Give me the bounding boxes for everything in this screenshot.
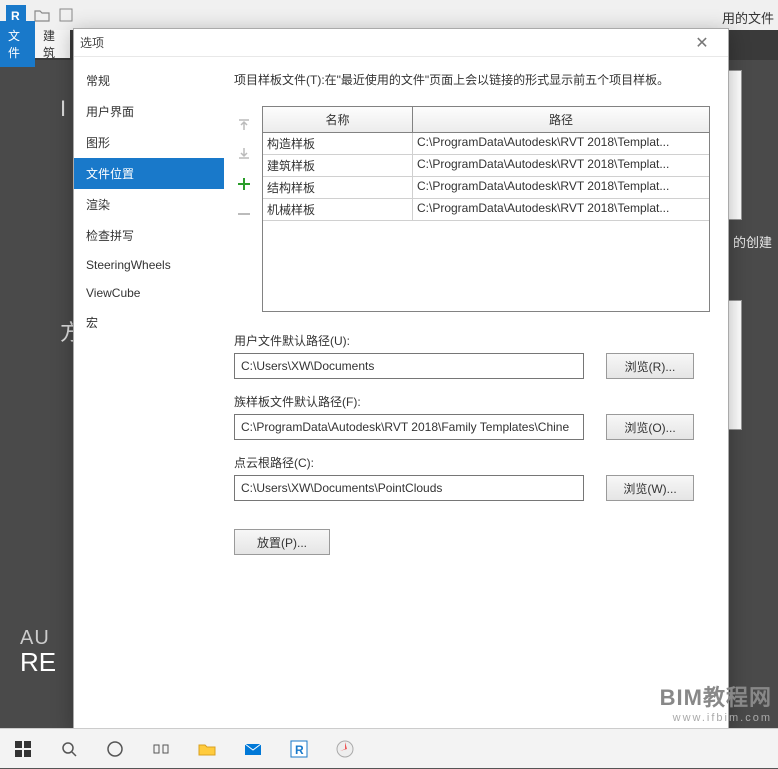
nav-item-5[interactable]: 检查拼写 — [74, 220, 224, 251]
search-icon[interactable] — [46, 729, 92, 769]
cell-name: 机械样板 — [263, 199, 413, 220]
nav-item-2[interactable]: 图形 — [74, 127, 224, 158]
cell-path: C:\ProgramData\Autodesk\RVT 2018\Templat… — [413, 155, 709, 176]
user-path-label: 用户文件默认路径(U): — [234, 332, 710, 349]
table-row[interactable]: 构造样板C:\ProgramData\Autodesk\RVT 2018\Tem… — [263, 133, 709, 155]
start-button[interactable] — [0, 729, 46, 769]
svg-text:R: R — [295, 743, 304, 757]
move-down-icon[interactable] — [236, 146, 252, 162]
dialog-titlebar: 选项 ✕ — [74, 29, 728, 57]
cortana-icon[interactable] — [92, 729, 138, 769]
template-description: 项目样板文件(T):在"最近使用的文件"页面上会以链接的形式显示前五个项目样板。 — [234, 71, 710, 88]
cloud-path-input[interactable] — [234, 475, 584, 501]
cloud-path-label: 点云根路径(C): — [234, 454, 710, 471]
user-path-input[interactable] — [234, 353, 584, 379]
nav-item-8[interactable]: 宏 — [74, 307, 224, 338]
col-name: 名称 — [263, 107, 413, 132]
template-area: 名称 路径 构造样板C:\ProgramData\Autodesk\RVT 20… — [234, 106, 710, 312]
remove-icon[interactable] — [236, 206, 252, 222]
close-button[interactable]: ✕ — [682, 31, 722, 55]
nav-item-7[interactable]: ViewCube — [74, 279, 224, 307]
cell-path: C:\ProgramData\Autodesk\RVT 2018\Templat… — [413, 177, 709, 198]
place-row: 放置(P)... — [234, 529, 710, 555]
move-top-icon[interactable] — [236, 116, 252, 132]
nav-item-0[interactable]: 常规 — [74, 65, 224, 96]
cell-name: 构造样板 — [263, 133, 413, 154]
mail-icon[interactable] — [230, 729, 276, 769]
browse-r-button[interactable]: 浏览(R)... — [606, 353, 694, 379]
cell-path: C:\ProgramData\Autodesk\RVT 2018\Templat… — [413, 199, 709, 220]
safari-icon[interactable] — [322, 729, 368, 769]
bg-thumb-2 — [728, 300, 742, 430]
grid-header: 名称 路径 — [263, 107, 709, 133]
cell-name: 建筑样板 — [263, 155, 413, 176]
main-panel: 项目样板文件(T):在"最近使用的文件"页面上会以链接的形式显示前五个项目样板。… — [224, 57, 728, 729]
add-icon[interactable] — [236, 176, 252, 192]
watermark-url: www.ifbim.com — [660, 712, 772, 724]
nav-item-1[interactable]: 用户界面 — [74, 96, 224, 127]
nav-item-3[interactable]: 文件位置 — [74, 158, 224, 189]
dialog-title: 选项 — [80, 34, 682, 51]
bg-thumb-1 — [728, 70, 742, 220]
quick-access-bar: R 用的文件 — [0, 0, 778, 30]
nav-item-6[interactable]: SteeringWheels — [74, 251, 224, 279]
cloud-path-group: 点云根路径(C): 浏览(W)... — [234, 454, 710, 501]
bg-brand-bottom: RE — [20, 647, 56, 678]
template-grid[interactable]: 名称 路径 构造样板C:\ProgramData\Autodesk\RVT 20… — [262, 106, 710, 312]
cell-name: 结构样板 — [263, 177, 413, 198]
family-path-input[interactable] — [234, 414, 584, 440]
bg-char-1: I — [60, 96, 66, 122]
revit-taskbar-icon[interactable]: R — [276, 729, 322, 769]
cell-path: C:\ProgramData\Autodesk\RVT 2018\Templat… — [413, 133, 709, 154]
table-row[interactable]: 机械样板C:\ProgramData\Autodesk\RVT 2018\Tem… — [263, 199, 709, 221]
table-row[interactable]: 建筑样板C:\ProgramData\Autodesk\RVT 2018\Tem… — [263, 155, 709, 177]
ribbon-tabs: 文件 建筑 — [0, 30, 70, 58]
nav-item-4[interactable]: 渲染 — [74, 189, 224, 220]
taskview-icon[interactable] — [138, 729, 184, 769]
family-path-label: 族样板文件默认路径(F): — [234, 393, 710, 410]
category-nav: 常规用户界面图形文件位置渲染检查拼写SteeringWheelsViewCube… — [74, 57, 224, 729]
bg-right-text: 用的文件 — [722, 8, 774, 27]
table-row[interactable]: 结构样板C:\ProgramData\Autodesk\RVT 2018\Tem… — [263, 177, 709, 199]
user-path-group: 用户文件默认路径(U): 浏览(R)... — [234, 332, 710, 379]
browse-w-button[interactable]: 浏览(W)... — [606, 475, 694, 501]
family-path-group: 族样板文件默认路径(F): 浏览(O)... — [234, 393, 710, 440]
col-path: 路径 — [413, 107, 709, 132]
taskbar: R — [0, 728, 778, 768]
options-dialog: 选项 ✕ 常规用户界面图形文件位置渲染检查拼写SteeringWheelsVie… — [73, 28, 729, 730]
watermark-title: BIM教程网 — [660, 680, 772, 712]
watermark: BIM教程网 www.ifbim.com — [660, 680, 772, 724]
bg-right-create: 的创建 — [733, 232, 772, 251]
browse-o-button[interactable]: 浏览(O)... — [606, 414, 694, 440]
explorer-icon[interactable] — [184, 729, 230, 769]
reorder-toolbar — [234, 106, 254, 312]
tab-file[interactable]: 文件 — [0, 21, 35, 67]
place-button[interactable]: 放置(P)... — [234, 529, 330, 555]
